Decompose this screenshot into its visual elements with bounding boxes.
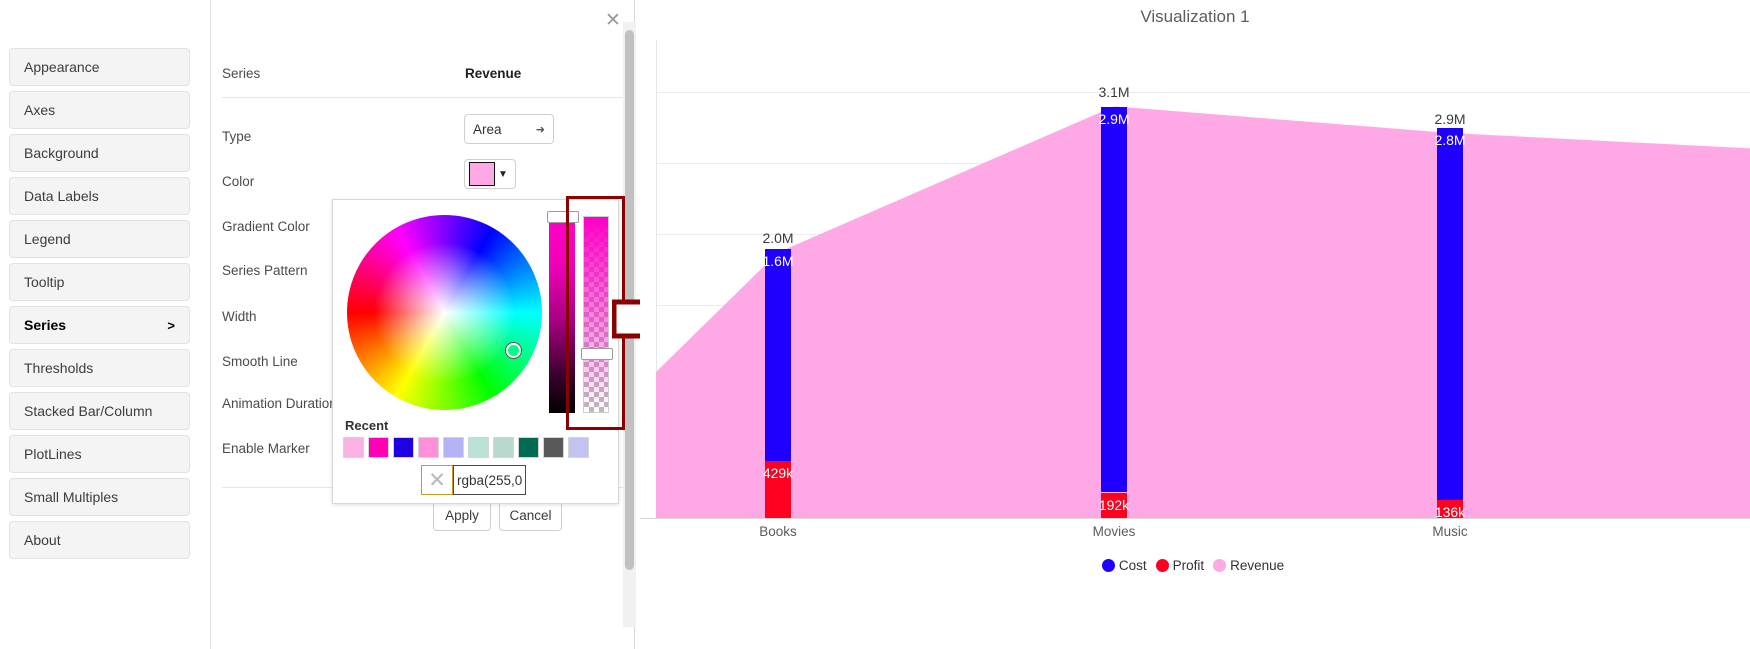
form-row-type: Type Area ➜ xyxy=(222,114,625,154)
recent-color-swatch[interactable] xyxy=(493,437,514,458)
category-label: Music xyxy=(1432,524,1468,539)
type-label: Type xyxy=(222,129,252,144)
x-axis-line xyxy=(640,518,1750,519)
legend-color-dot xyxy=(1155,559,1169,572)
sidebar-item-label: About xyxy=(24,532,61,548)
series-value: Revenue xyxy=(465,66,522,81)
color-label: Color xyxy=(222,174,255,189)
sidebar-item-label: Stacked Bar/Column xyxy=(24,403,153,419)
bar-cost[interactable] xyxy=(1101,107,1127,493)
legend-item-profit[interactable]: Profit xyxy=(1155,558,1205,573)
category-label: Movies xyxy=(1092,524,1136,539)
sidebar-item-plotlines[interactable]: PlotLines xyxy=(9,435,190,473)
width-label: Width xyxy=(222,309,257,324)
series-label: Series xyxy=(222,66,261,81)
bar-label-cost: 1.6M xyxy=(762,252,794,269)
sidebar-item-label: Data Labels xyxy=(24,188,99,204)
sidebar-item-series[interactable]: Series > xyxy=(9,306,190,344)
sidebar-item-thresholds[interactable]: Thresholds xyxy=(9,349,190,387)
recent-color-swatch[interactable] xyxy=(518,437,539,458)
visualization-chart: Visualization 1 429k 1.6M 2.0M 192k 2.9M 3.1M… xyxy=(640,0,1750,649)
chevron-down-icon: ▼ xyxy=(498,168,508,180)
apply-button[interactable]: Apply xyxy=(433,500,491,531)
sidebar-item-label: PlotLines xyxy=(24,446,82,462)
sidebar-item-label: Legend xyxy=(24,231,71,247)
panel-header: Series Revenue xyxy=(222,60,625,96)
color-chip xyxy=(469,162,495,186)
legend-item-revenue[interactable]: Revenue xyxy=(1213,558,1284,573)
legend-color-dot xyxy=(1213,559,1227,572)
chart-legend: Cost Profit Revenue xyxy=(640,558,1750,573)
smooth-line-label: Smooth Line xyxy=(222,354,298,369)
bar-label-cost: 2.9M xyxy=(1098,111,1130,128)
legend-label: Cost xyxy=(1118,558,1147,573)
sidebar-item-small-multiples[interactable]: Small Multiples xyxy=(9,478,190,516)
sidebar-item-label: Axes xyxy=(24,102,56,118)
sidebar-item-label: Thresholds xyxy=(24,360,94,376)
legend-color-dot xyxy=(1101,559,1115,572)
sidebar-item-background[interactable]: Background xyxy=(9,134,190,172)
gradient-color-label: Gradient Color xyxy=(222,219,310,234)
sidebar-item-stacked-bar-column[interactable]: Stacked Bar/Column xyxy=(9,392,190,430)
bar-cost[interactable] xyxy=(765,248,791,462)
recent-color-swatch[interactable] xyxy=(543,437,564,458)
color-swatch-button[interactable]: ▼ xyxy=(464,159,516,189)
sidebar-item-label: Series xyxy=(24,317,67,333)
series-pattern-label: Series Pattern xyxy=(222,263,308,278)
recent-colors-row xyxy=(343,437,589,458)
chevron-down-icon: ➜ xyxy=(535,123,545,136)
cancel-button[interactable]: Cancel xyxy=(499,500,562,531)
recent-color-swatch[interactable] xyxy=(368,437,389,458)
category-label: Books xyxy=(759,524,797,539)
sidebar-item-tooltip[interactable]: Tooltip xyxy=(9,263,190,301)
sidebar-item-label: Appearance xyxy=(24,59,100,75)
settings-sidebar: Appearance Axes Background Data Labels Legen… xyxy=(9,48,190,564)
color-wheel[interactable] xyxy=(347,215,542,410)
recent-color-swatch[interactable] xyxy=(568,437,589,458)
bar-label-cost: 2.8M xyxy=(1434,132,1466,149)
recent-color-swatch[interactable] xyxy=(468,437,489,458)
recent-color-swatch[interactable] xyxy=(343,437,364,458)
type-select-value: Area xyxy=(473,121,502,137)
legend-label: Revenue xyxy=(1230,558,1285,573)
legend-item-cost[interactable]: Cost xyxy=(1101,558,1147,573)
bar-label-profit: 192k xyxy=(1098,496,1130,513)
recent-color-swatch[interactable] xyxy=(443,437,464,458)
sidebar-item-axes[interactable]: Axes xyxy=(9,91,190,129)
bar-label-revenue: 2.9M xyxy=(1434,110,1466,127)
sidebar-item-data-labels[interactable]: Data Labels xyxy=(9,177,190,215)
bar-cost[interactable] xyxy=(1437,128,1463,500)
sidebar-item-legend[interactable]: Legend xyxy=(9,220,190,258)
bar-label-revenue: 3.1M xyxy=(1098,84,1130,101)
recent-color-swatch[interactable] xyxy=(393,437,414,458)
clear-color-icon[interactable]: ✕ xyxy=(421,465,453,495)
recent-color-swatch[interactable] xyxy=(418,437,439,458)
bar-label-profit: 429k xyxy=(762,465,794,482)
legend-label: Profit xyxy=(1172,558,1205,573)
bar-label-revenue: 2.0M xyxy=(762,230,794,247)
chevron-right-icon: > xyxy=(167,317,175,333)
sidebar-item-appearance[interactable]: Appearance xyxy=(9,48,190,86)
color-picker-footer: ✕ xyxy=(421,465,526,495)
rgba-input[interactable] xyxy=(453,465,526,495)
sidebar-item-about[interactable]: About xyxy=(9,521,190,559)
form-row-color: Color ▼ xyxy=(222,159,625,199)
sidebar-item-label: Background xyxy=(24,145,99,161)
enable-marker-label: Enable Marker xyxy=(222,441,310,456)
sidebar-item-label: Tooltip xyxy=(24,274,65,290)
sidebar-item-label: Small Multiples xyxy=(24,489,119,505)
type-select[interactable]: Area ➜ xyxy=(464,114,554,144)
color-wheel-cursor[interactable] xyxy=(506,343,521,358)
recent-colors-label: Recent xyxy=(345,418,389,433)
panel-divider xyxy=(222,97,625,98)
